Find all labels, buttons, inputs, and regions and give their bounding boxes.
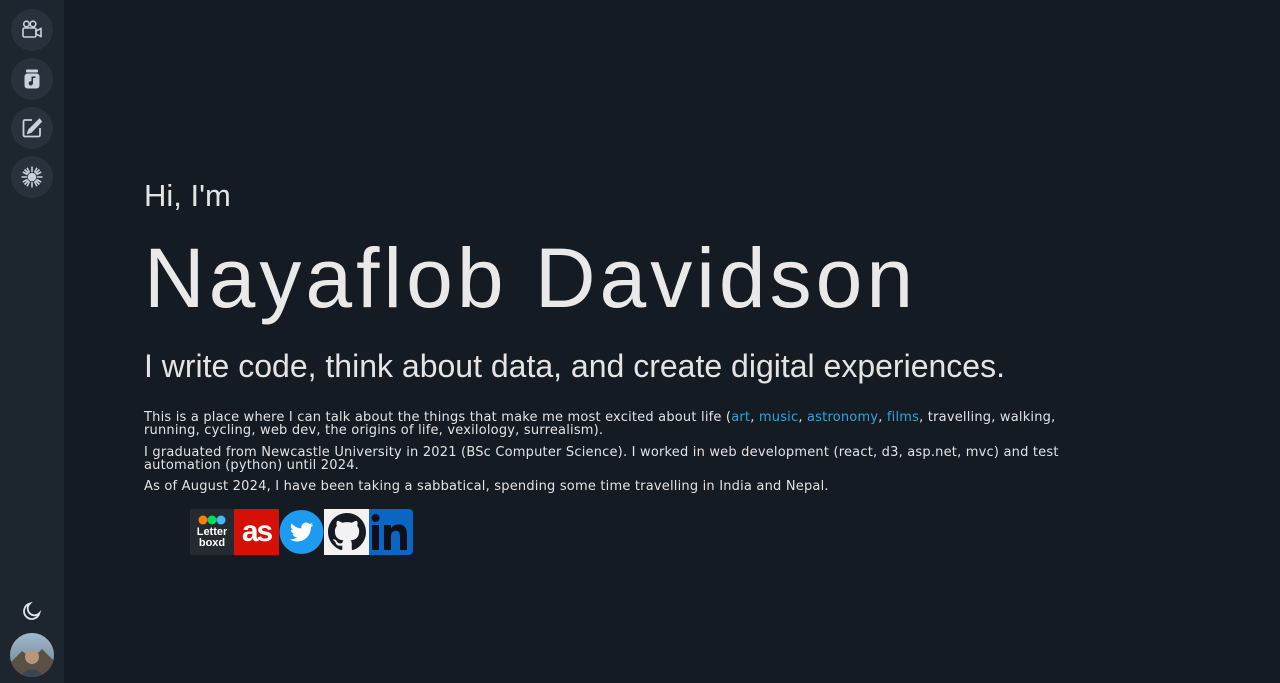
sidebar-item-blog[interactable]: [11, 107, 53, 149]
separator: ,: [878, 410, 887, 425]
edit-note-icon: [22, 118, 43, 138]
page-title: Nayaflob Davidson: [144, 231, 918, 325]
theme-toggle-button[interactable]: [19, 598, 45, 624]
social-links: Letter boxd as: [190, 509, 413, 555]
twitter-link[interactable]: [279, 509, 324, 555]
twitter-icon: [279, 509, 324, 555]
letterboxd-link[interactable]: Letter boxd: [190, 509, 234, 555]
video-camera-icon: [22, 20, 42, 38]
greeting: Hi, I'm: [144, 178, 231, 213]
avatar[interactable]: [10, 633, 54, 677]
music-jar-icon: [24, 69, 40, 89]
sidebar-item-music[interactable]: [11, 58, 53, 100]
separator: ,: [750, 410, 759, 425]
sidebar-item-films[interactable]: [11, 9, 53, 51]
starburst-icon: [21, 166, 43, 188]
sidebar-item-astronomy[interactable]: [11, 156, 53, 198]
letterboxd-logo-text-2: boxd: [198, 537, 226, 549]
linkedin-link[interactable]: [369, 509, 413, 555]
tagline: I write code, think about data, and crea…: [144, 348, 1005, 384]
about-paragraph-sabbatical: As of August 2024, I have been taking a …: [144, 479, 829, 494]
about-paragraph-education: I graduated from Newcastle University in…: [144, 445, 1059, 473]
sidebar: [0, 0, 64, 683]
github-link[interactable]: [324, 509, 369, 555]
moon-icon: [23, 601, 42, 620]
letterboxd-dots-icon: [198, 515, 226, 525]
lastfm-icon: as: [241, 515, 273, 548]
link-music[interactable]: music: [759, 410, 798, 425]
github-icon: [327, 513, 366, 551]
separator: ,: [798, 410, 808, 425]
link-art[interactable]: art: [731, 410, 750, 425]
linkedin-icon: [371, 514, 407, 550]
about-paragraph-interests: This is a place where I can talk about t…: [144, 411, 1074, 437]
profile-avatar-image: [10, 633, 54, 677]
link-films[interactable]: films: [887, 410, 919, 425]
lastfm-link[interactable]: as: [234, 509, 279, 555]
link-astronomy[interactable]: astronomy: [807, 410, 878, 425]
